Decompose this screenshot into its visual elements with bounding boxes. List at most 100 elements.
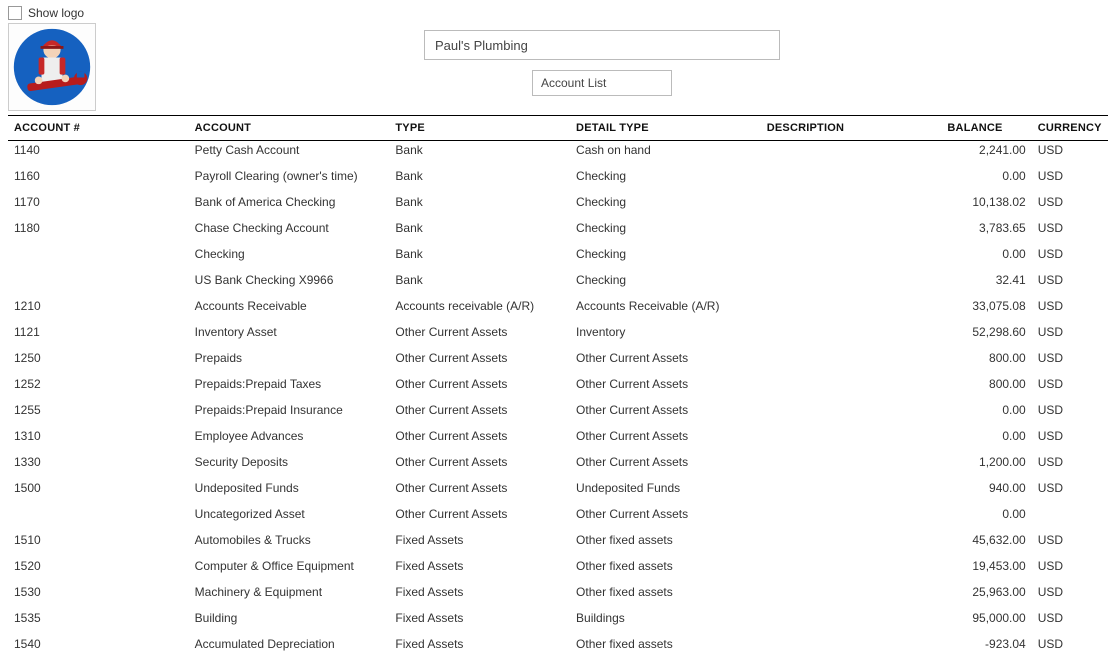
cell-detail-type: Buildings [570,605,761,631]
table-row[interactable]: 1210Accounts ReceivableAccounts receivab… [8,293,1108,319]
cell-detail-type: Cash on hand [570,141,761,164]
cell-type: Other Current Assets [389,475,570,501]
cell-type: Fixed Assets [389,527,570,553]
table-row[interactable]: 1510Automobiles & TrucksFixed AssetsOthe… [8,527,1108,553]
cell-account-num: 1310 [8,423,189,449]
cell-account-num [8,267,189,293]
cell-detail-type: Accounts Receivable (A/R) [570,293,761,319]
table-row[interactable]: Uncategorized AssetOther Current AssetsO… [8,501,1108,527]
cell-balance: -923.04 [941,631,1031,657]
table-row[interactable]: 1121Inventory AssetOther Current AssetsI… [8,319,1108,345]
cell-detail-type: Other fixed assets [570,553,761,579]
cell-account: Prepaids [189,345,390,371]
col-type[interactable]: TYPE [389,116,570,141]
report-name-input[interactable] [532,70,672,96]
cell-currency: USD [1032,605,1108,631]
table-row[interactable]: 1255Prepaids:Prepaid InsuranceOther Curr… [8,397,1108,423]
cell-account: Petty Cash Account [189,141,390,164]
cell-detail-type: Other Current Assets [570,345,761,371]
cell-balance: 800.00 [941,345,1031,371]
col-detail-type[interactable]: DETAIL TYPE [570,116,761,141]
col-balance[interactable]: BALANCE [941,116,1031,141]
table-row[interactable]: 1170Bank of America CheckingBankChecking… [8,189,1108,215]
show-logo-checkbox-row[interactable]: Show logo [8,6,96,20]
cell-detail-type: Checking [570,163,761,189]
cell-balance: 32.41 [941,267,1031,293]
report-header: Show logo [8,6,1108,111]
cell-detail-type: Checking [570,215,761,241]
company-logo[interactable] [8,23,96,111]
cell-balance: 25,963.00 [941,579,1031,605]
cell-account: Building [189,605,390,631]
company-name-input[interactable] [424,30,780,60]
cell-description [761,241,942,267]
table-row[interactable]: 1520Computer & Office EquipmentFixed Ass… [8,553,1108,579]
cell-account: Chase Checking Account [189,215,390,241]
cell-account-num: 1330 [8,449,189,475]
cell-account-num: 1250 [8,345,189,371]
col-account-num[interactable]: ACCOUNT # [8,116,189,141]
cell-account-num: 1535 [8,605,189,631]
table-row[interactable]: 1140Petty Cash AccountBankCash on hand2,… [8,141,1108,164]
table-row[interactable]: 1540Accumulated DepreciationFixed Assets… [8,631,1108,657]
cell-account-num: 1530 [8,579,189,605]
cell-description [761,475,942,501]
cell-account: Automobiles & Trucks [189,527,390,553]
cell-balance: 3,783.65 [941,215,1031,241]
table-header: ACCOUNT # ACCOUNT TYPE DETAIL TYPE DESCR… [8,116,1108,141]
cell-currency: USD [1032,241,1108,267]
table-row[interactable]: US Bank Checking X9966BankChecking32.41U… [8,267,1108,293]
cell-account: US Bank Checking X9966 [189,267,390,293]
cell-type: Bank [389,141,570,164]
cell-type: Other Current Assets [389,371,570,397]
table-row[interactable]: 1535BuildingFixed AssetsBuildings95,000.… [8,605,1108,631]
cell-detail-type: Other Current Assets [570,397,761,423]
cell-account: Inventory Asset [189,319,390,345]
cell-account: Bank of America Checking [189,189,390,215]
cell-account: Accounts Receivable [189,293,390,319]
table-row[interactable]: CheckingBankChecking0.00USD [8,241,1108,267]
cell-currency: USD [1032,163,1108,189]
table-row[interactable]: 1500Undeposited FundsOther Current Asset… [8,475,1108,501]
cell-type: Other Current Assets [389,449,570,475]
cell-currency: USD [1032,423,1108,449]
table-row[interactable]: 1330Security DepositsOther Current Asset… [8,449,1108,475]
cell-type: Other Current Assets [389,397,570,423]
cell-account: Computer & Office Equipment [189,553,390,579]
show-logo-checkbox[interactable] [8,6,22,20]
cell-account-num [8,501,189,527]
cell-balance: 940.00 [941,475,1031,501]
cell-balance: 45,632.00 [941,527,1031,553]
table-row[interactable]: 1252Prepaids:Prepaid TaxesOther Current … [8,371,1108,397]
cell-detail-type: Checking [570,189,761,215]
table-row[interactable]: 1180Chase Checking AccountBankChecking3,… [8,215,1108,241]
cell-account: Undeposited Funds [189,475,390,501]
cell-detail-type: Checking [570,241,761,267]
cell-description [761,319,942,345]
cell-description [761,605,942,631]
cell-description [761,163,942,189]
cell-account-num: 1252 [8,371,189,397]
table-row[interactable]: 1530Machinery & EquipmentFixed AssetsOth… [8,579,1108,605]
col-account[interactable]: ACCOUNT [189,116,390,141]
table-row[interactable]: 1310Employee AdvancesOther Current Asset… [8,423,1108,449]
cell-account: Prepaids:Prepaid Taxes [189,371,390,397]
col-description[interactable]: DESCRIPTION [761,116,942,141]
cell-description [761,215,942,241]
cell-description [761,631,942,657]
show-logo-label: Show logo [28,6,84,20]
col-currency[interactable]: CURRENCY [1032,116,1108,141]
cell-detail-type: Other fixed assets [570,527,761,553]
cell-balance: 0.00 [941,163,1031,189]
table-row[interactable]: 1250PrepaidsOther Current AssetsOther Cu… [8,345,1108,371]
table-body: 1140Petty Cash AccountBankCash on hand2,… [8,141,1108,658]
cell-currency: USD [1032,189,1108,215]
cell-account-num: 1160 [8,163,189,189]
cell-currency: USD [1032,579,1108,605]
cell-currency: USD [1032,319,1108,345]
cell-account: Checking [189,241,390,267]
cell-account: Security Deposits [189,449,390,475]
cell-description [761,501,942,527]
table-row[interactable]: 1160Payroll Clearing (owner's time)BankC… [8,163,1108,189]
cell-description [761,141,942,164]
